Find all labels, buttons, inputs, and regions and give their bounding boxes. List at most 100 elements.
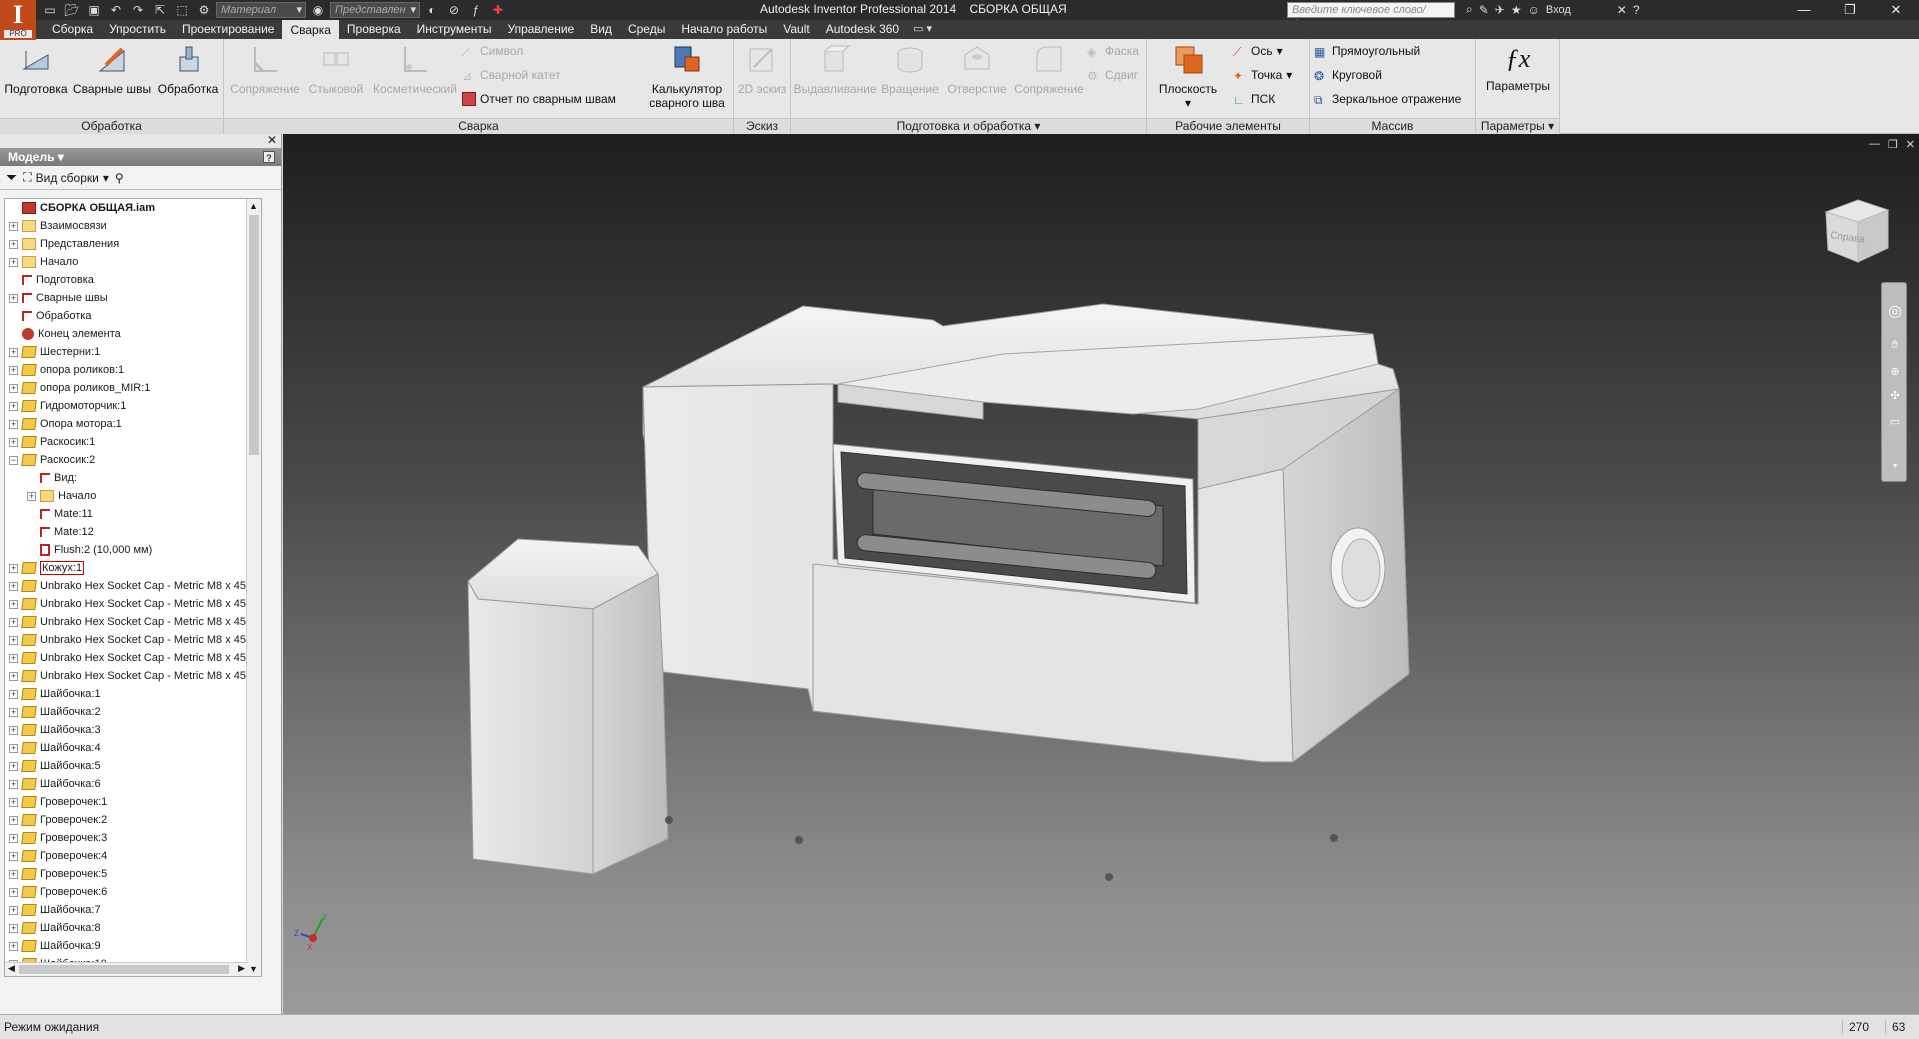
tab-get-started[interactable]: Начало работы	[673, 20, 775, 39]
point-button[interactable]: ✦ Точка ▾	[1233, 67, 1292, 83]
tree-horizontal-scroll-thumb[interactable]	[19, 965, 229, 974]
tree-node[interactable]: Flush:2 (10,000 мм)	[27, 541, 152, 559]
user-icon[interactable]: ☺	[1528, 3, 1540, 17]
tree-node[interactable]: + Шайбочка:2	[9, 703, 101, 721]
panel-prep-machining-title[interactable]: Подготовка и обработка ▾	[791, 118, 1146, 134]
tree-node[interactable]: − Раскосик:2	[9, 451, 95, 469]
application-menu-button[interactable]: I PRO	[0, 0, 36, 40]
tree-node[interactable]: + Шайбочка:3	[9, 721, 101, 739]
weld-bead-button[interactable]: ⊿ Сварной катет	[462, 67, 561, 83]
expand-icon[interactable]: +	[9, 941, 18, 951]
tree-horizontal-scrollbar[interactable]: ◀ ▶	[5, 962, 248, 976]
tree-vertical-scrollbar[interactable]: ▲ ▼	[246, 199, 261, 976]
open-icon[interactable]: 📂︎	[62, 2, 82, 18]
expand-icon[interactable]: +	[9, 635, 18, 645]
save-icon[interactable]: ▣	[84, 2, 104, 18]
nav-customize-icon[interactable]: ▾	[1888, 461, 1902, 475]
axis-button[interactable]: ⟋ Ось ▾	[1233, 43, 1283, 59]
tree-node[interactable]: Mate:12	[27, 523, 94, 541]
tab-vault[interactable]: Vault	[775, 20, 817, 39]
expand-icon[interactable]: +	[9, 761, 18, 771]
tree-vertical-scroll-thumb[interactable]	[249, 215, 259, 455]
viewport-close-icon[interactable]: ✕	[1906, 138, 1915, 151]
revolve-button[interactable]: Вращение	[877, 43, 943, 96]
expand-icon[interactable]: +	[9, 779, 18, 789]
tree-node[interactable]: + Шайбочка:6	[9, 775, 101, 793]
tab-tools[interactable]: Инструменты	[409, 20, 500, 39]
expand-icon[interactable]: +	[9, 563, 18, 573]
tab-environments[interactable]: Среды	[620, 20, 673, 39]
tree-node[interactable]: + Опора мотора:1	[9, 415, 122, 433]
scroll-down-icon[interactable]: ▼	[249, 964, 258, 974]
tree-node[interactable]: + Начало	[9, 253, 78, 271]
adjust-icon[interactable]: ◐	[422, 2, 442, 18]
filter-icon[interactable]: ⏷	[6, 169, 17, 186]
return-icon[interactable]: ⇱	[150, 2, 170, 18]
scroll-left-icon[interactable]: ◀	[8, 963, 15, 974]
binoculars-icon[interactable]: ⌕	[1466, 2, 1473, 17]
chamfer-button[interactable]: ◈ Фаска	[1087, 43, 1139, 59]
expand-icon[interactable]: +	[9, 851, 18, 861]
expand-icon[interactable]: +	[9, 707, 18, 717]
add-icon[interactable]: ✚	[488, 2, 508, 18]
tab-simplify[interactable]: Упростить	[101, 20, 174, 39]
login-link[interactable]: Вход	[1546, 4, 1571, 16]
expand-icon[interactable]: +	[9, 599, 18, 609]
expand-icon[interactable]: +	[9, 221, 18, 231]
tree-node[interactable]: + Шайбочка:1	[9, 685, 101, 703]
expand-icon[interactable]: +	[9, 419, 18, 429]
tree-node[interactable]: + Гроверочек:5	[9, 865, 107, 883]
select-icon[interactable]: ⬚	[172, 2, 192, 18]
help-icon[interactable]: ?	[1633, 3, 1640, 17]
panel-parameters-title[interactable]: Параметры ▾	[1476, 118, 1559, 134]
viewcube[interactable]: Справа	[1818, 192, 1894, 268]
expand-icon[interactable]: +	[9, 653, 18, 663]
expand-icon[interactable]: +	[9, 617, 18, 627]
rectangular-pattern-button[interactable]: ▦ Прямоугольный	[1314, 43, 1420, 59]
fillet-button[interactable]: Сопряжение	[1011, 43, 1087, 96]
tree-node[interactable]: + Начало	[27, 487, 96, 505]
tree-node[interactable]: + Unbrako Hex Socket Cap - Metric M8 x 45…	[9, 595, 255, 613]
expand-icon[interactable]: +	[9, 581, 18, 591]
tree-node[interactable]: Вид:	[27, 469, 77, 487]
help-search-input[interactable]: Введите ключевое слово/фразу	[1287, 2, 1455, 30]
viewport-restore-icon[interactable]: ❐	[1888, 138, 1898, 151]
tree-node[interactable]: + Гроверочек:3	[9, 829, 107, 847]
viewport-minimize-icon[interactable]: —	[1869, 138, 1880, 151]
tree-node[interactable]: + Unbrako Hex Socket Cap - Metric M8 x 45…	[9, 667, 255, 685]
tree-node[interactable]: + Unbrako Hex Socket Cap - Metric M8 x 45…	[9, 613, 255, 631]
tree-node[interactable]: + Шайбочка:9	[9, 937, 101, 955]
tree-node[interactable]: Mate:11	[27, 505, 93, 523]
tree-node[interactable]: + Сварные швы	[9, 289, 108, 307]
ribbon-display-toggle[interactable]: ▭ ▾	[907, 20, 938, 39]
expand-icon[interactable]: +	[9, 437, 18, 447]
graphics-viewport[interactable]: — ❐ ✕ Справа ◎ ✋︎ ⊕ ✣ ▭ ▾ Y Z X	[283, 134, 1919, 1014]
browser-header[interactable]: Модель ▾ ?	[0, 148, 281, 166]
machining-button[interactable]: Обработка	[156, 43, 220, 96]
ucs-button[interactable]: ∟ ПСК	[1233, 91, 1275, 107]
parameters-button[interactable]: ƒx Параметры	[1480, 43, 1556, 93]
steering-wheel-icon[interactable]: ◎	[1885, 301, 1905, 320]
tab-autodesk-360[interactable]: Autodesk 360	[818, 20, 907, 39]
material-select[interactable]: Материал	[216, 2, 306, 18]
tree-node[interactable]: + опора роликов:1	[9, 361, 124, 379]
tree-node[interactable]: + Шайбочка:5	[9, 757, 101, 775]
tree-node[interactable]: + Представления	[9, 235, 119, 253]
fillet-weld-button[interactable]: Сопряжение	[228, 43, 302, 96]
tree-node[interactable]: + Гроверочек:4	[9, 847, 107, 865]
exchange-icon[interactable]: ✕	[1617, 3, 1627, 17]
expand-icon[interactable]: +	[9, 257, 18, 267]
pan-icon[interactable]: ✋︎	[1888, 339, 1902, 353]
assembly-model[interactable]	[283, 134, 1919, 1014]
expand-icon[interactable]: +	[9, 887, 18, 897]
expand-icon[interactable]: +	[9, 905, 18, 915]
tree-node[interactable]: + Шестерни:1	[9, 343, 100, 361]
expand-icon[interactable]: +	[9, 347, 18, 357]
tree-node[interactable]: + Шайбочка:7	[9, 901, 101, 919]
sketch-2d-button[interactable]: 2D эскиз	[736, 43, 788, 96]
expand-icon[interactable]: +	[9, 689, 18, 699]
browser-view-select[interactable]: ⛶ Вид сборки ▾	[23, 170, 109, 185]
expand-icon[interactable]: +	[9, 743, 18, 753]
appearance-select[interactable]: Представлен	[330, 2, 420, 18]
browser-help-icon[interactable]: ?	[263, 151, 275, 163]
